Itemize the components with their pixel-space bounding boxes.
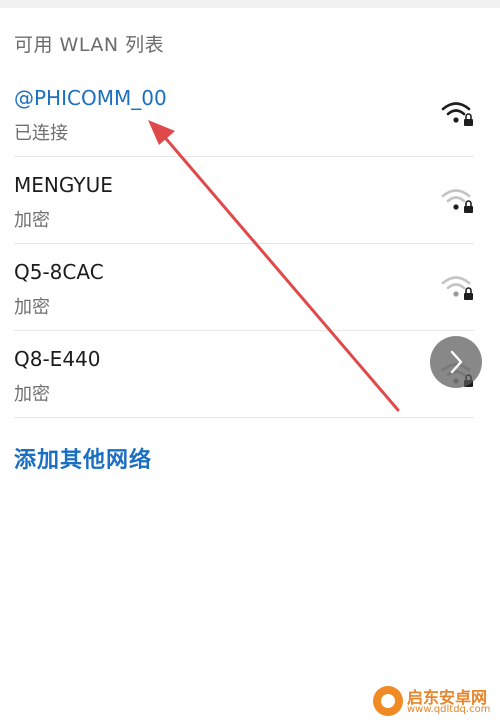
wifi-network-status: 加密 xyxy=(14,384,50,405)
wifi-network-item[interactable]: @PHICOMM_00 已连接 xyxy=(0,70,500,157)
divider xyxy=(14,417,474,418)
wifi-network-item[interactable]: MENGYUE 加密 xyxy=(0,157,500,244)
section-header: 可用 WLAN 列表 xyxy=(14,34,165,56)
wifi-network-status: 已连接 xyxy=(14,123,68,144)
wlan-settings-screen: 可用 WLAN 列表 @PHICOMM_00 已连接 MENGYUE 加密 Q5… xyxy=(0,0,500,723)
wifi-weak-locked-icon xyxy=(441,276,473,300)
wifi-network-name: Q8-E440 xyxy=(14,347,101,371)
wifi-network-list: @PHICOMM_00 已连接 MENGYUE 加密 Q5-8CAC 加密 Q8… xyxy=(0,70,500,418)
chevron-right-icon xyxy=(450,350,463,374)
add-other-network-link[interactable]: 添加其他网络 xyxy=(14,442,152,474)
watermark-url: www.qdltdq.com xyxy=(407,704,491,715)
watermark-logo-icon xyxy=(373,686,403,716)
wifi-network-name: @PHICOMM_00 xyxy=(14,86,167,110)
top-strip xyxy=(0,0,500,8)
site-watermark: 启东安卓网 www.qdltdq.com xyxy=(373,684,497,720)
wifi-strong-locked-icon xyxy=(441,102,473,126)
wifi-network-item[interactable]: Q5-8CAC 加密 xyxy=(0,244,500,331)
floating-assist-button[interactable] xyxy=(430,336,482,388)
wifi-weak-locked-icon xyxy=(441,189,473,213)
wifi-network-name: Q5-8CAC xyxy=(14,260,104,284)
wifi-network-status: 加密 xyxy=(14,297,50,318)
wifi-network-name: MENGYUE xyxy=(14,173,113,197)
wifi-network-item[interactable]: Q8-E440 加密 xyxy=(0,331,500,418)
wifi-network-status: 加密 xyxy=(14,210,50,231)
